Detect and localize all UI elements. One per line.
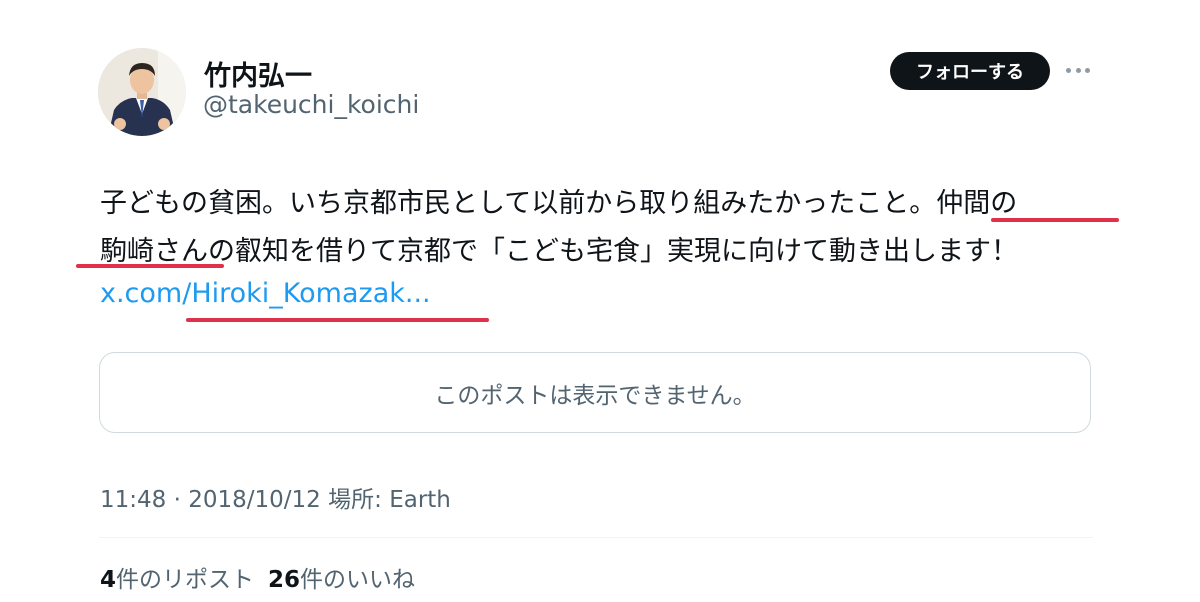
tweet-text-line-2: 駒崎さんの叡知を借りて京都で「こども宅食」実現に向けて動き出します！ xyxy=(100,236,1018,267)
author-handle[interactable]: @takeuchi_koichi xyxy=(203,90,419,119)
engagement-stats: 4件のリポスト 26件のいいね xyxy=(100,560,415,594)
annotation-underline xyxy=(186,318,489,322)
quoted-post-message: このポストは表示できません。 xyxy=(434,382,756,409)
author-display-name[interactable]: 竹内弘一 xyxy=(204,54,312,93)
post-date[interactable]: 2018/10/12 xyxy=(188,487,321,513)
location-label: 場所: xyxy=(328,487,382,513)
post-metadata: 11:48 · 2018/10/12 場所: Earth xyxy=(100,480,451,514)
likes-count: 26 xyxy=(268,567,301,593)
quoted-post-unavailable: このポストは表示できません。 xyxy=(99,352,1091,433)
more-options-icon[interactable] xyxy=(1066,62,1090,78)
annotation-underline xyxy=(76,264,224,268)
annotation-underline xyxy=(991,218,1119,222)
avatar[interactable] xyxy=(98,48,186,136)
post-time[interactable]: 11:48 xyxy=(100,487,166,513)
likes-stat[interactable]: 26件のいいね xyxy=(268,560,415,594)
reposts-label: 件のリポスト xyxy=(116,567,255,593)
meta-separator: · xyxy=(173,487,181,513)
post-location[interactable]: Earth xyxy=(389,487,451,513)
tweet-text-line-1: 子どもの貧困。いち京都市民として以前から取り組みたかったこと。仲間の xyxy=(100,188,1018,219)
follow-button[interactable]: フォローする xyxy=(890,52,1050,90)
divider xyxy=(99,537,1093,538)
reposts-count: 4 xyxy=(100,567,117,593)
avatar-image xyxy=(98,48,186,136)
likes-label: 件のいいね xyxy=(300,567,416,593)
tweet-link[interactable]: x.com/Hiroki_Komazak... xyxy=(100,278,431,309)
reposts-stat[interactable]: 4件のリポスト xyxy=(100,560,254,594)
